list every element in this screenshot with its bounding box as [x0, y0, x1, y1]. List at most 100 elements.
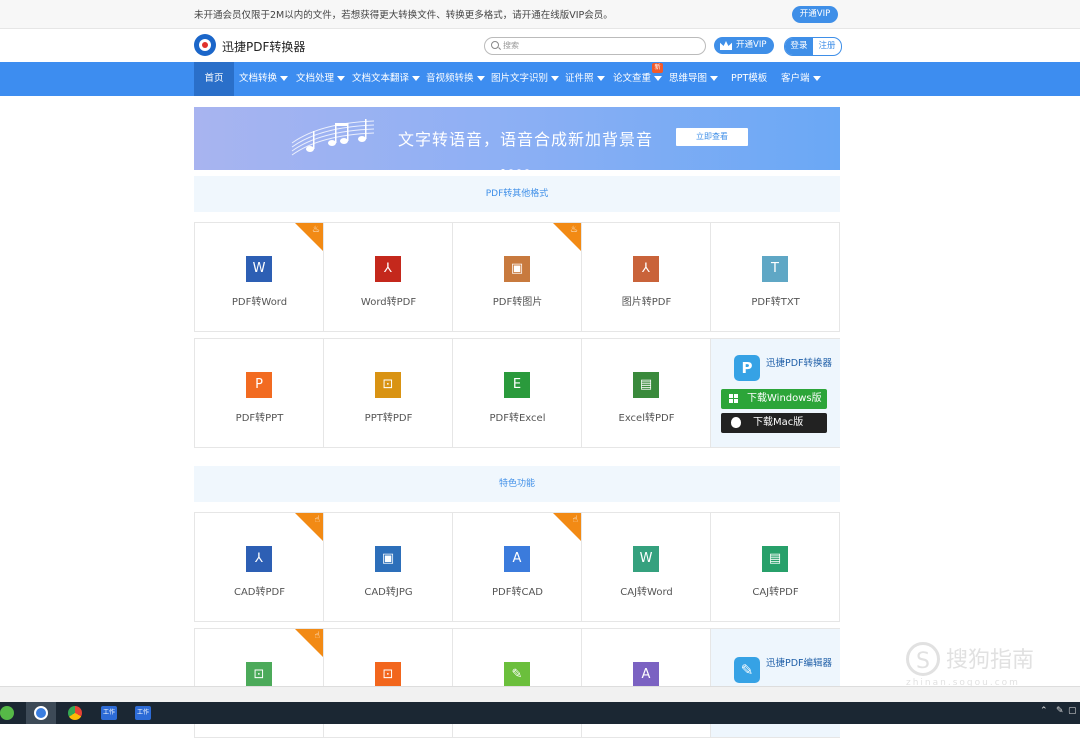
tool-label: Word转PDF	[360, 297, 417, 308]
open-vip-label: 开通VIP	[736, 40, 767, 50]
tool-pdf-to-excel[interactable]: E PDF转Excel	[453, 339, 582, 447]
image-text-icon: ⊡	[246, 662, 272, 688]
chevron-down-icon	[596, 76, 605, 81]
tool-ppt-to-pdf[interactable]: ⊡ PPT转PDF	[324, 339, 453, 447]
banner-pagination	[501, 158, 533, 170]
thumbs-up-icon: ☝	[572, 515, 578, 525]
ppt-icon: P	[246, 372, 272, 398]
pagination-dot[interactable]	[517, 169, 521, 170]
tool-label: PDF转Word	[231, 297, 288, 308]
recommend-ribbon: ☝	[295, 629, 323, 657]
notice-text: 未开通会员仅限于2M以内的文件，若想获得更大转换文件、转换更多格式，请开通在线版…	[194, 10, 613, 21]
tool-label: CAD转PDF	[233, 587, 285, 598]
chevron-down-icon	[654, 76, 663, 81]
chevron-down-icon	[412, 76, 421, 81]
nav-item-id-photo[interactable]: 证件照	[565, 62, 605, 96]
open-vip-button-top[interactable]: 开通VIP	[792, 6, 838, 23]
download-windows-button[interactable]: 下载Windows版	[721, 389, 827, 409]
auth-group: 登录 注册	[784, 37, 842, 56]
nav-item-av-convert[interactable]: 音视频转换	[426, 62, 485, 96]
nav-item-home[interactable]: 首页	[194, 62, 234, 96]
cad-icon: A	[504, 546, 530, 572]
crown-icon	[720, 41, 732, 50]
document-icon: ▤	[762, 546, 788, 572]
sogou-logo-icon: S	[906, 642, 940, 676]
tool-pdf-to-txt[interactable]: T PDF转TXT	[711, 223, 840, 331]
taskbar-app-work-1[interactable]: 工作	[98, 704, 120, 722]
chevron-down-icon	[337, 76, 346, 81]
editor-logo-icon: ✎	[734, 657, 760, 683]
logo-icon[interactable]	[194, 34, 216, 56]
recommend-ribbon: ☝	[295, 513, 323, 541]
work-app-icon: 工作	[135, 706, 151, 720]
image-icon: ▣	[504, 256, 530, 282]
word-icon: W	[246, 256, 272, 282]
tool-caj-to-word[interactable]: W CAJ转Word	[582, 513, 711, 621]
logo-text[interactable]: 迅捷PDF转换器	[222, 38, 305, 55]
tool-word-to-pdf[interactable]: ⅄ Word转PDF	[324, 223, 453, 331]
promo-banner[interactable]: 文字转语音，语音合成新加背景音 立即查看	[194, 107, 840, 170]
tool-grid-row: ☝ ⅄ CAD转PDF ▣ CAD转JPG ☝ A PDF转CAD W CAJ转…	[194, 512, 840, 622]
login-button[interactable]: 登录	[785, 38, 813, 55]
pagination-dot[interactable]	[501, 169, 505, 170]
search-placeholder: 搜索	[503, 41, 519, 50]
banner-view-button[interactable]: 立即查看	[676, 128, 748, 146]
tool-pdf-to-cad[interactable]: ☝ A PDF转CAD	[453, 513, 582, 621]
tool-label: PDF转Excel	[489, 413, 546, 424]
pagination-dot[interactable]	[509, 169, 513, 170]
editor-app-name: 迅捷PDF编辑器	[766, 658, 833, 669]
tool-label: CAJ转PDF	[752, 587, 799, 598]
sogou-browser-icon	[34, 706, 48, 720]
thumbs-up-icon: ☝	[314, 515, 320, 525]
tool-pdf-to-word[interactable]: ♨ W PDF转Word	[195, 223, 324, 331]
ppt-file-icon: ⊡	[375, 372, 401, 398]
nav-item-doc-process[interactable]: 文档处理	[296, 62, 346, 96]
tool-pdf-to-ppt[interactable]: P PDF转PPT	[195, 339, 324, 447]
flame-icon: ♨	[311, 225, 320, 235]
text-icon: T	[762, 256, 788, 282]
taskbar-app-work-2[interactable]: 工作	[132, 704, 154, 722]
section-title-features: 特色功能	[194, 466, 840, 502]
horizontal-scrollbar[interactable]	[0, 686, 1080, 703]
chevron-down-icon	[280, 76, 289, 81]
tray-pen-icon[interactable]: ✎	[1056, 706, 1064, 716]
pdf-icon: ⅄	[375, 256, 401, 282]
tray-notification-icon[interactable]: ▢	[1068, 706, 1077, 716]
tray-chevron-up-icon[interactable]: ⌃	[1040, 706, 1048, 716]
download-mac-button[interactable]: 下载Mac版	[721, 413, 827, 433]
tool-caj-to-pdf[interactable]: ▤ CAJ转PDF	[711, 513, 840, 621]
tool-label: CAJ转Word	[620, 587, 673, 598]
nav-item-client[interactable]: 客户端	[781, 62, 821, 96]
tool-grid-row: ♨ W PDF转Word ⅄ Word转PDF ♨ ▣ PDF转图片 ⅄ 图片转…	[194, 222, 840, 332]
open-vip-button[interactable]: 开通VIP	[714, 37, 774, 54]
hot-ribbon: ♨	[295, 223, 323, 251]
taskbar-app-360[interactable]	[0, 704, 22, 722]
taskbar-app-sogou-active[interactable]	[26, 702, 56, 724]
font-icon: A	[633, 662, 659, 688]
tool-image-to-pdf[interactable]: ⅄ 图片转PDF	[582, 223, 711, 331]
download-promo: P 迅捷PDF转换器 下载Windows版 下载Mac版	[711, 339, 840, 447]
tool-label: Excel转PDF	[618, 413, 675, 424]
tool-excel-to-pdf[interactable]: ▤ Excel转PDF	[582, 339, 711, 447]
tool-grid-row: P PDF转PPT ⊡ PPT转PDF E PDF转Excel ▤ Excel转…	[194, 338, 840, 448]
notice-bar: 未开通会员仅限于2M以内的文件，若想获得更大转换文件、转换更多格式，请开通在线版…	[0, 0, 1080, 29]
windows-icon	[729, 394, 739, 404]
nav-item-ocr[interactable]: 图片文字识别	[491, 62, 560, 96]
tool-cad-to-pdf[interactable]: ☝ ⅄ CAD转PDF	[195, 513, 324, 621]
excel-icon: E	[504, 372, 530, 398]
chevron-down-icon	[812, 76, 821, 81]
chevron-down-icon	[476, 76, 485, 81]
pagination-dot[interactable]	[525, 169, 529, 170]
search-input[interactable]: 搜索	[484, 37, 706, 55]
thumbs-up-icon: ☝	[314, 631, 320, 641]
nav-item-mindmap[interactable]: 思维导图	[669, 62, 719, 96]
hot-ribbon: ♨	[553, 223, 581, 251]
nav-item-translate[interactable]: 文档文本翻译	[352, 62, 421, 96]
tool-pdf-to-image[interactable]: ♨ ▣ PDF转图片	[453, 223, 582, 331]
taskbar-app-chrome[interactable]	[64, 704, 86, 722]
nav-item-doc-convert[interactable]: 文档转换	[239, 62, 289, 96]
tool-cad-to-jpg[interactable]: ▣ CAD转JPG	[324, 513, 453, 621]
section-title-pdf-convert: PDF转其他格式	[194, 176, 840, 212]
nav-item-ppt-template[interactable]: PPT模板	[731, 62, 767, 96]
register-button[interactable]: 注册	[813, 38, 841, 55]
